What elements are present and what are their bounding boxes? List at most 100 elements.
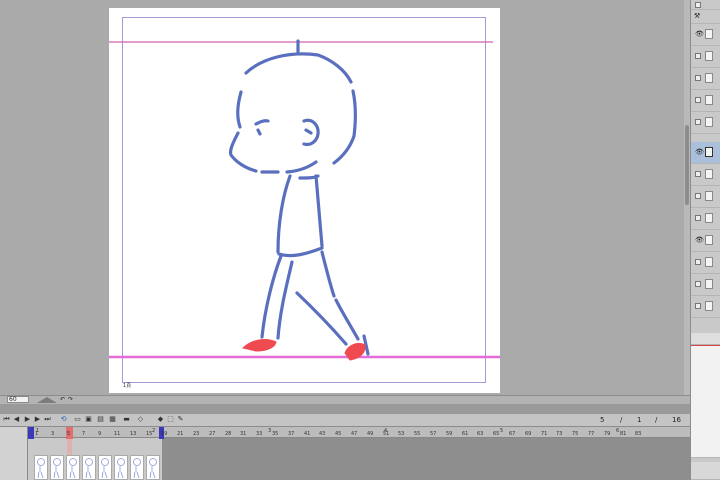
ruler-frame-number: 13	[130, 431, 137, 437]
layer-thumbnail	[705, 279, 713, 289]
new-cel-icon[interactable]: ▭	[73, 415, 82, 424]
total-frames: 16	[672, 416, 681, 424]
ruler-frame-number: 11	[114, 431, 121, 437]
ruler-second-marker: 4	[384, 428, 388, 434]
ruler-second-marker: 3	[268, 428, 272, 434]
ruler-frame-number: 43	[319, 431, 326, 437]
visibility-checkbox[interactable]	[695, 97, 701, 103]
ruler-frame-number: 53	[398, 431, 405, 437]
ruler-frame-number: 75	[572, 431, 579, 437]
current-frame: 5	[600, 416, 605, 424]
navigator-tabs[interactable]	[691, 333, 720, 345]
rotate-right-icon[interactable]: ↷	[68, 396, 73, 403]
vertical-scrollbar-thumb[interactable]	[685, 125, 689, 205]
visibility-checkbox[interactable]	[695, 193, 701, 199]
layer-row-1[interactable]: 👁	[691, 24, 720, 46]
keyframe-icon[interactable]: ◇	[136, 415, 145, 424]
cel-specify-icon[interactable]: ▬	[122, 415, 131, 424]
eye-icon[interactable]: 👁	[695, 31, 704, 38]
ruler-frame-number: 35	[272, 431, 279, 437]
layer-row-8[interactable]	[691, 186, 720, 208]
cel-thumbnail[interactable]	[146, 455, 160, 480]
ruler-second-marker: 1	[36, 428, 40, 434]
rotate-left-icon[interactable]: ↶	[60, 396, 65, 403]
zoom-slider[interactable]	[34, 396, 60, 404]
layer-row-3[interactable]	[691, 68, 720, 90]
ruler-frame-number: 81	[620, 431, 627, 437]
layer-row-11[interactable]	[691, 252, 720, 274]
ruler-frame-number: 57	[430, 431, 437, 437]
play-icon[interactable]: ▶	[23, 415, 32, 424]
visibility-checkbox[interactable]	[695, 259, 701, 265]
step-back-icon[interactable]: ◀	[12, 415, 21, 424]
layer-thumbnail	[705, 95, 713, 105]
ruler-frame-number: 27	[209, 431, 216, 437]
checkbox-icon[interactable]	[695, 2, 701, 8]
layer-thumbnail	[705, 191, 713, 201]
ruler-frame-number: 21	[177, 431, 184, 437]
ruler-frame-number: 3	[51, 431, 55, 437]
ruler-frame-number: 61	[462, 431, 469, 437]
loop-icon[interactable]: ⟲	[59, 415, 68, 424]
ruler-second-marker: 2	[152, 428, 156, 434]
cel-thumbnail[interactable]	[114, 455, 128, 480]
ruler-frame-number: 59	[446, 431, 453, 437]
cel-thumbnail[interactable]	[66, 455, 80, 480]
camera-icon[interactable]: ▦	[108, 415, 117, 424]
eye-icon[interactable]: 👁	[695, 237, 704, 244]
layer-thumbnail	[705, 29, 713, 39]
ruler-frame-number: 5	[67, 431, 71, 437]
light-table-icon[interactable]: ▤	[96, 415, 105, 424]
timeline-layer-header[interactable]	[0, 427, 28, 480]
step-forward-icon[interactable]: ▶	[33, 415, 42, 424]
cel-thumbnail[interactable]	[82, 455, 96, 480]
layer-thumbnail	[705, 51, 713, 61]
visibility-checkbox[interactable]	[695, 53, 701, 59]
ruler-frame-number: 31	[240, 431, 247, 437]
cel-thumbnail[interactable]	[50, 455, 64, 480]
navigator-zoom[interactable]	[691, 462, 720, 480]
pen-icon	[705, 147, 713, 157]
ruler-frame-number: 7	[82, 431, 86, 437]
layer-row-13[interactable]	[691, 296, 720, 318]
cel-thumbnail[interactable]	[34, 455, 48, 480]
pen-icon[interactable]: ✎	[176, 415, 185, 424]
cel-thumbnail[interactable]	[98, 455, 112, 480]
layer-panel-toolbar[interactable]	[691, 0, 720, 10]
zoom-input[interactable]: 60	[7, 396, 29, 403]
ruler-frame-number: 77	[588, 431, 595, 437]
visibility-checkbox[interactable]	[695, 281, 701, 287]
navigator-preview	[691, 345, 720, 458]
layer-row-7[interactable]	[691, 164, 720, 186]
layer-row-2[interactable]	[691, 46, 720, 68]
layer-row-5[interactable]	[691, 112, 720, 134]
layer-panel: ⚒ 👁 👁 👁	[690, 0, 720, 480]
link-icon[interactable]: ⬚	[166, 415, 175, 424]
visibility-checkbox[interactable]	[695, 215, 701, 221]
layer-row-10[interactable]: 👁	[691, 230, 720, 252]
layer-row-4[interactable]	[691, 90, 720, 112]
layer-panel-tools[interactable]: ⚒	[691, 10, 720, 24]
wrench-icon[interactable]: ⚒	[694, 13, 701, 20]
ruler-frame-number: 33	[256, 431, 263, 437]
ruler-frame-number: 83	[635, 431, 642, 437]
keyframe-edit-icon[interactable]: ◆	[156, 415, 165, 424]
skip-end-icon[interactable]: ⏭	[43, 415, 52, 424]
ruler-frame-number: 47	[351, 431, 358, 437]
layer-row-selected[interactable]: 👁	[691, 142, 720, 164]
range-start-marker[interactable]	[28, 427, 34, 439]
layer-thumbnail	[705, 213, 713, 223]
ruler-frame-number: 45	[335, 431, 342, 437]
eye-icon[interactable]: 👁	[695, 149, 704, 156]
onion-skin-icon[interactable]: ▣	[84, 415, 93, 424]
layer-row-9[interactable]	[691, 208, 720, 230]
visibility-checkbox[interactable]	[695, 171, 701, 177]
total-cels: 1	[637, 416, 642, 424]
skip-start-icon[interactable]: ⏮	[2, 415, 11, 424]
visibility-checkbox[interactable]	[695, 75, 701, 81]
ruler-frame-number: 73	[556, 431, 563, 437]
layer-row-12[interactable]	[691, 274, 720, 296]
visibility-checkbox[interactable]	[695, 119, 701, 125]
cel-thumbnail[interactable]	[130, 455, 144, 480]
visibility-checkbox[interactable]	[695, 303, 701, 309]
